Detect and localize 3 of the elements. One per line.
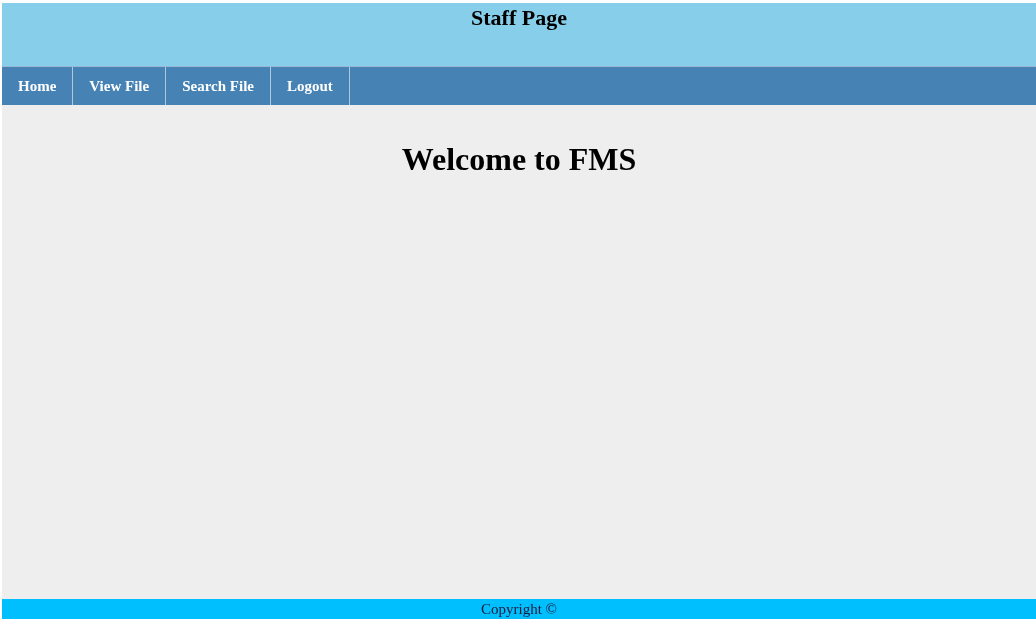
welcome-heading: Welcome to FMS	[401, 141, 637, 178]
page-title: Staff Page	[471, 4, 567, 31]
copyright-text: Copyright ©	[481, 600, 557, 618]
